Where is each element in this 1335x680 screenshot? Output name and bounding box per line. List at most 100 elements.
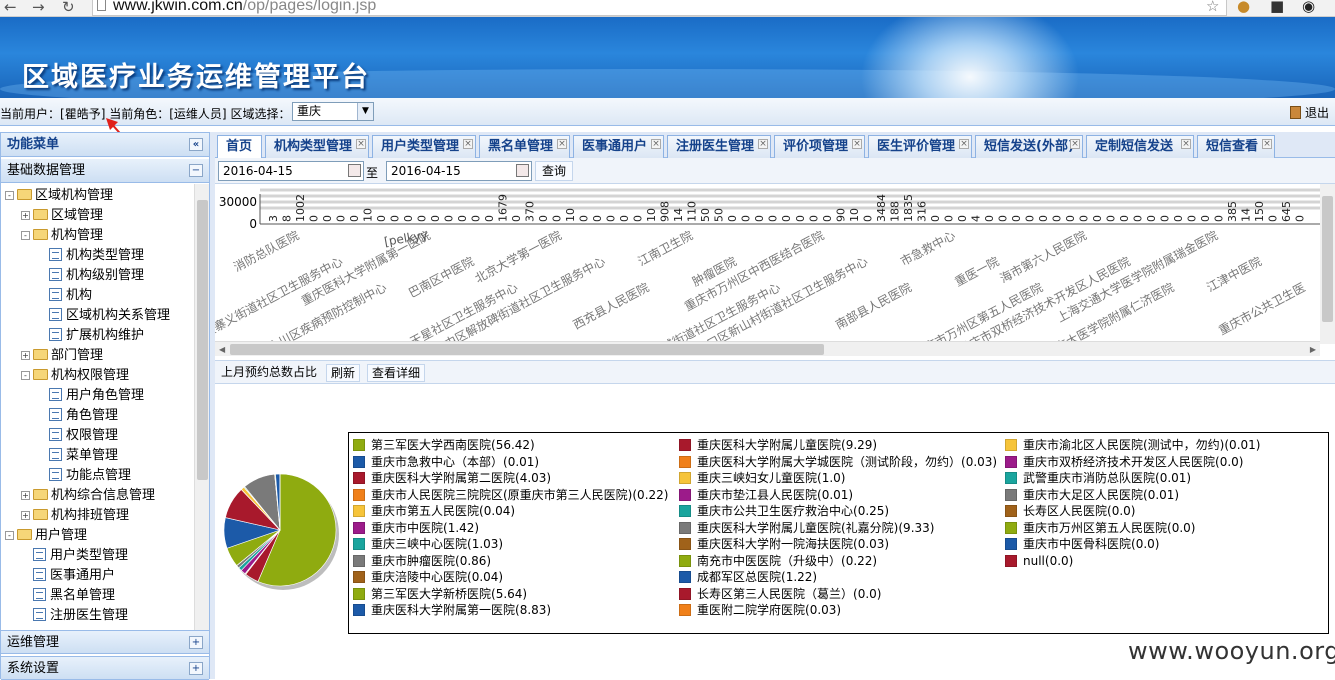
close-icon[interactable]: × <box>1070 139 1080 149</box>
extension-icon[interactable]: ■ <box>1270 0 1284 15</box>
chart-vertical-scrollbar[interactable] <box>1320 184 1335 344</box>
address-bar[interactable]: www.jkwin.com.cn/op/pages/login.jsp <box>92 0 1227 16</box>
tab-5[interactable]: 注册医生管理× <box>667 135 771 158</box>
tree-item[interactable]: +机构综合信息管理 <box>21 486 155 506</box>
collapse-section-icon[interactable]: − <box>189 164 203 177</box>
tree-item[interactable]: 用户角色管理 <box>49 386 144 406</box>
tab-8[interactable]: 短信发送(外部)× <box>975 135 1083 158</box>
tab-6[interactable]: 评价项管理× <box>774 135 865 158</box>
collapse-sidebar-icon[interactable]: « <box>189 138 203 151</box>
close-icon[interactable]: × <box>356 139 366 149</box>
query-button[interactable]: 查询 <box>535 161 573 181</box>
pie-title: 上月预约总数占比 <box>217 364 321 380</box>
view-detail-button[interactable]: 查看详细 <box>367 364 425 382</box>
expand-icon[interactable]: + <box>21 491 30 500</box>
tree-item[interactable]: -区域机构管理 <box>5 186 113 206</box>
collapse-icon[interactable]: - <box>5 531 14 540</box>
value-label: 0 <box>726 215 739 222</box>
current-role-name: [运维人员] <box>169 107 226 121</box>
tree-scrollbar[interactable] <box>194 184 209 630</box>
cookie-icon[interactable]: ● <box>1237 0 1250 15</box>
tree-item-label: 机构级别管理 <box>66 268 144 283</box>
section-basic-label: 基础数据管理 <box>7 163 85 178</box>
door-icon <box>1290 106 1301 119</box>
legend-value: (0.0) <box>1131 537 1159 551</box>
tab-2[interactable]: 用户类型管理 × <box>372 135 476 158</box>
close-icon[interactable]: × <box>1262 139 1272 149</box>
tree-item[interactable]: 注册医生管理 <box>33 606 128 626</box>
chevron-down-icon[interactable]: ▼ <box>357 103 373 120</box>
legend-value: (0.01) <box>817 488 853 502</box>
expand-icon[interactable]: + <box>21 351 30 360</box>
tree-item[interactable]: +机构排班管理 <box>21 506 129 526</box>
close-icon[interactable]: × <box>463 139 473 149</box>
close-icon[interactable]: × <box>557 139 567 149</box>
tree-item[interactable]: 权限管理 <box>49 426 118 446</box>
section-basic-data[interactable]: 基础数据管理 − <box>1 159 209 183</box>
forward-icon[interactable]: → <box>32 0 45 16</box>
region-select[interactable]: 重庆 ▼ <box>292 102 374 121</box>
tree-item[interactable]: +部门管理 <box>21 346 103 366</box>
tab-9[interactable]: 定制短信发送× <box>1086 135 1194 158</box>
expand-section-icon[interactable]: + <box>189 662 203 675</box>
legend-item: 重庆三峡妇女儿童医院(1.0) <box>679 470 845 486</box>
tree-item[interactable]: 黑名单管理 <box>33 586 115 606</box>
tree-item[interactable]: 机构 <box>49 286 92 306</box>
close-icon[interactable]: × <box>852 139 862 149</box>
tree-item[interactable]: 功能点管理 <box>49 466 131 486</box>
tree-item[interactable]: -用户管理 <box>5 526 87 546</box>
refresh-button[interactable]: 刷新 <box>326 364 360 382</box>
close-icon[interactable]: × <box>959 139 969 149</box>
expand-icon[interactable]: + <box>21 211 30 220</box>
legend-swatch <box>1005 505 1017 517</box>
tree-item[interactable]: 菜单管理 <box>49 446 118 466</box>
start-date-input[interactable]: 2016-04-15 <box>218 161 364 181</box>
value-label: 0 <box>1037 215 1050 222</box>
tab-label: 机构类型管理 <box>274 139 352 154</box>
legend-item: 第三军医大学新桥医院(5.64) <box>353 586 527 602</box>
section-ops[interactable]: 运维管理 + <box>1 630 209 654</box>
tree-item[interactable]: 机构类型管理 <box>49 246 144 266</box>
tree-item[interactable]: 角色管理 <box>49 406 118 426</box>
tree-item[interactable]: -机构权限管理 <box>21 366 129 386</box>
close-icon[interactable]: × <box>758 139 768 149</box>
tree-item[interactable]: 扩展机构维护 <box>49 326 144 346</box>
reload-icon[interactable]: ↻ <box>62 0 75 16</box>
extension2-icon[interactable]: ◉ <box>1302 0 1315 15</box>
value-label: 1835 <box>902 194 915 222</box>
calendar-icon[interactable] <box>348 164 361 177</box>
collapse-icon[interactable]: - <box>5 191 14 200</box>
tree-item[interactable]: +区域管理 <box>21 206 103 226</box>
tab-3[interactable]: 黑名单管理× <box>479 135 570 158</box>
end-date-input[interactable]: 2016-04-15 <box>386 161 532 181</box>
value-label: 0 <box>470 215 483 222</box>
expand-section-icon[interactable]: + <box>189 636 203 649</box>
close-icon[interactable]: × <box>651 139 661 149</box>
tree-item[interactable]: 医事通用户 <box>33 566 115 586</box>
tree-item[interactable]: 区域机构关系管理 <box>49 306 170 326</box>
close-icon[interactable]: × <box>1181 139 1191 149</box>
collapse-icon[interactable]: - <box>21 231 30 240</box>
tab-7[interactable]: 医生评价管理× <box>868 135 972 158</box>
tree-item[interactable]: 机构级别管理 <box>49 266 144 286</box>
expand-icon[interactable]: + <box>21 511 30 520</box>
collapse-icon[interactable]: - <box>21 371 30 380</box>
legend-item: null(0.0) <box>1005 553 1073 569</box>
star-icon[interactable]: ☆ <box>1206 0 1219 15</box>
tab-0[interactable]: 首页 <box>217 135 262 159</box>
tab-1[interactable]: 机构类型管理 × <box>265 135 369 158</box>
back-icon[interactable]: ← <box>4 0 17 16</box>
tab-4[interactable]: 医事通用户× <box>573 135 664 158</box>
value-label: 0 <box>942 215 955 222</box>
calendar-icon[interactable] <box>516 164 529 177</box>
value-label: 0 <box>591 215 604 222</box>
tab-label: 用户类型管理 <box>381 139 459 154</box>
legend-swatch <box>353 472 365 484</box>
logout-button[interactable]: 退出 <box>1290 104 1329 121</box>
tree-item[interactable]: -机构管理 <box>21 226 103 246</box>
section-settings[interactable]: 系统设置 + <box>1 656 209 680</box>
platform-title: 区域医疗业务运维管理平台 <box>22 55 370 94</box>
tree-item[interactable]: 用户类型管理 <box>33 546 128 566</box>
tab-10[interactable]: 短信查看× <box>1197 135 1275 158</box>
chart-horizontal-scrollbar[interactable]: ◀▶ <box>215 341 1320 356</box>
